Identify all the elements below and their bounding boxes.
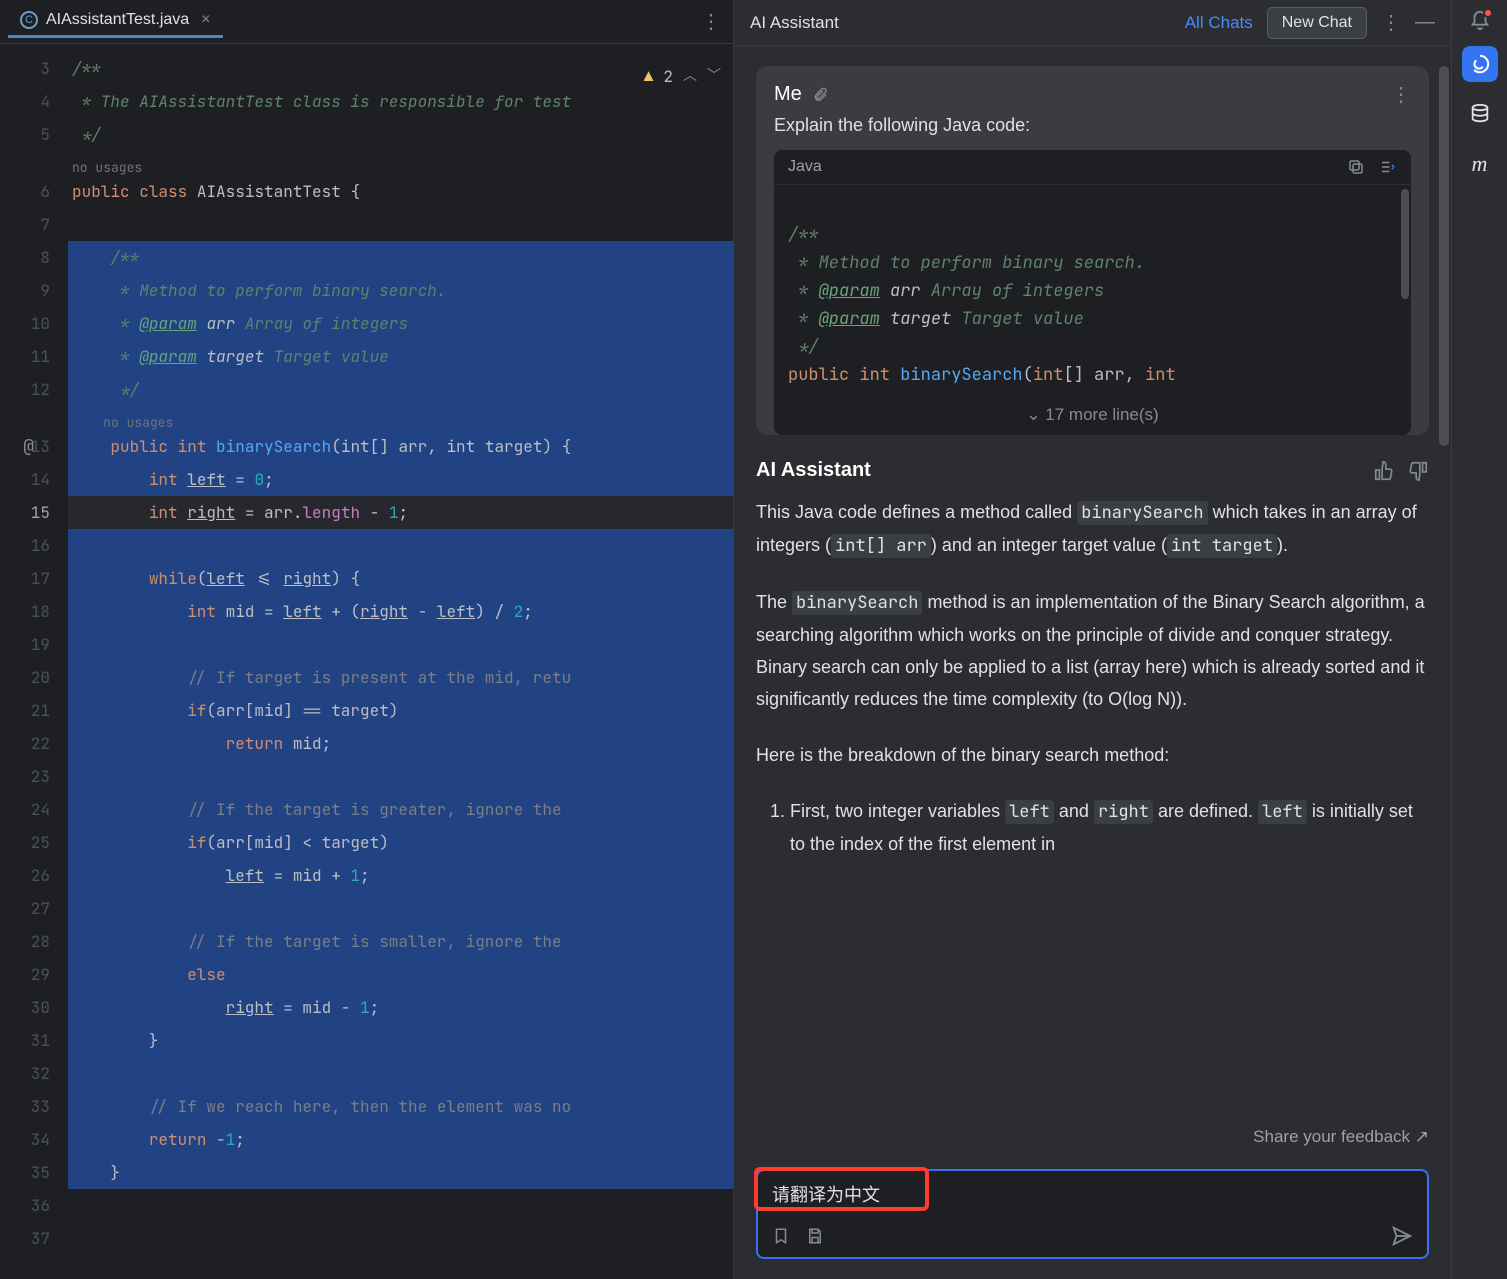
assistant-pane: AI Assistant All Chats New Chat ⋮ — Me ⋮…	[734, 0, 1451, 1279]
feedback-link[interactable]: Share your feedback ↗	[1233, 1121, 1429, 1153]
minimize-icon[interactable]: —	[1415, 11, 1435, 34]
notifications-icon[interactable]	[1469, 10, 1491, 32]
gutter: 345 6789101112 @13 141516171819202122232…	[0, 44, 68, 1279]
copy-code-icon[interactable]	[1347, 158, 1365, 176]
message-menu-icon[interactable]: ⋮	[1391, 82, 1411, 107]
more-icon[interactable]: ⋮	[1381, 10, 1401, 35]
code-content[interactable]: /** * Method to perform binary search. *…	[774, 185, 1411, 397]
database-rail-icon[interactable]	[1462, 96, 1498, 132]
chat-body[interactable]: Me ⋮ Explain the following Java code: Ja…	[734, 46, 1451, 1153]
tab-more-icon[interactable]: ⋮	[697, 5, 725, 38]
code-lang-label: Java	[788, 158, 822, 176]
save-icon[interactable]	[806, 1227, 824, 1245]
assistant-title: AI Assistant	[750, 13, 839, 33]
editor-tab[interactable]: C AIAssistantTest.java ×	[8, 5, 223, 38]
chat-input-box[interactable]: 请翻译为中文	[756, 1169, 1429, 1259]
code-area[interactable]: ▲ 2 ︿ ﹀ /** * The AIAssistantTest class …	[68, 44, 733, 1279]
code-scrollbar[interactable]	[1401, 189, 1409, 299]
tab-filename: AIAssistantTest.java	[46, 11, 189, 29]
warning-icon: ▲	[644, 60, 654, 93]
inspection-bar[interactable]: ▲ 2 ︿ ﹀	[644, 60, 721, 93]
all-chats-link[interactable]: All Chats	[1185, 13, 1253, 33]
java-class-icon: C	[20, 11, 38, 29]
thumbs-down-icon[interactable]	[1407, 460, 1429, 482]
input-zone: 请翻译为中文	[734, 1153, 1451, 1279]
prev-highlight-icon[interactable]: ︿	[683, 60, 697, 93]
assistant-header: AI Assistant All Chats New Chat ⋮ —	[734, 0, 1451, 46]
editor-pane: C AIAssistantTest.java × ⋮ 345 678910111…	[0, 0, 734, 1279]
ai-message-header: AI Assistant	[756, 459, 1429, 482]
close-tab-icon[interactable]: ×	[201, 11, 210, 29]
warning-count: 2	[663, 60, 673, 93]
next-highlight-icon[interactable]: ﹀	[707, 60, 721, 93]
thumbs-up-icon[interactable]	[1373, 460, 1395, 482]
ai-label: AI Assistant	[756, 459, 871, 482]
attachment-icon[interactable]	[812, 87, 828, 103]
notification-dot	[1483, 8, 1493, 18]
new-chat-button[interactable]: New Chat	[1267, 7, 1367, 39]
user-message-text: Explain the following Java code:	[774, 115, 1411, 136]
ai-message-text: This Java code defines a method called b…	[756, 496, 1429, 860]
send-icon[interactable]	[1391, 1225, 1413, 1247]
user-label: Me	[774, 83, 802, 106]
code-block: Java /** * Method to perform binary sear…	[774, 150, 1411, 435]
chat-input[interactable]: 请翻译为中文	[772, 1181, 1413, 1209]
ai-assistant-rail-icon[interactable]	[1462, 46, 1498, 82]
bookmark-icon[interactable]	[772, 1227, 790, 1245]
expand-code-button[interactable]: ⌄ 17 more line(s)	[774, 397, 1411, 435]
scrollbar[interactable]	[1437, 46, 1451, 1153]
usage-hint[interactable]: no usages	[68, 406, 733, 430]
usage-hint[interactable]: no usages	[68, 151, 733, 175]
right-rail: m	[1451, 0, 1507, 1279]
insert-code-icon[interactable]	[1379, 158, 1397, 176]
user-message: Me ⋮ Explain the following Java code: Ja…	[756, 66, 1429, 435]
editor-body: 345 6789101112 @13 141516171819202122232…	[0, 44, 733, 1279]
code-text: */	[72, 124, 101, 145]
tab-bar: C AIAssistantTest.java × ⋮	[0, 0, 733, 44]
code-text: * The AIAssistantTest class is responsib…	[72, 91, 571, 112]
maven-rail-icon[interactable]: m	[1462, 146, 1498, 182]
code-text: /**	[72, 58, 101, 79]
